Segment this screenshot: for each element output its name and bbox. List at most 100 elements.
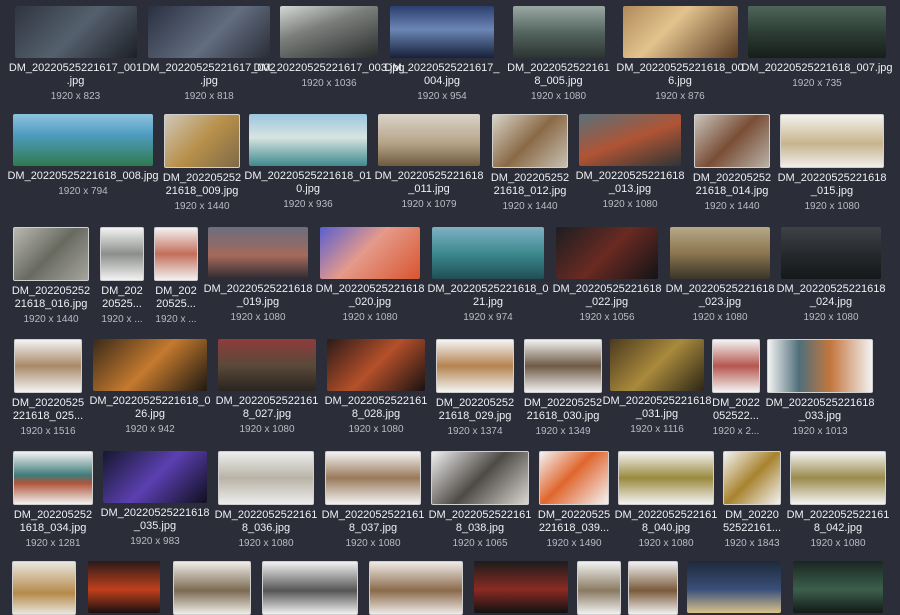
thumbnail-image [369,561,463,615]
file-item-044[interactable] [80,561,168,615]
file-item-024[interactable]: DM_20220525221618 _024.jpg 1920 x 1080 [776,227,886,326]
file-item-012[interactable]: DM_202205252 21618_012.jpg 1920 x 1440 [488,114,572,213]
thumbnail-image [280,6,378,58]
file-item-052[interactable] [786,561,890,615]
file-item-005[interactable]: DM_2022052522161 8_005.jpg 1920 x 1080 [501,6,616,103]
file-item-003[interactable]: DM_20220525221617_003.jpg 1920 x 1036 [253,6,405,103]
file-dimensions: 1920 x 1080 [804,201,860,212]
file-item-025[interactable]: DM_20220525 221618_025... 1920 x 1516 [8,339,88,438]
file-item-009[interactable]: DM_202205252 21618_009.jpg 1920 x 1440 [158,114,246,213]
file-dimensions: 1920 x 1374 [447,426,503,437]
file-item-028[interactable]: DM_2022052522161 8_028.jpg 1920 x 1080 [322,339,430,438]
file-item-004[interactable]: DM_20220525221617_ 004.jpg 1920 x 954 [383,6,501,103]
file-item-046[interactable] [256,561,364,615]
file-name: DM_20220525221618 _035.jpg [100,507,210,532]
thumbnail-image [327,339,425,391]
file-item-033[interactable]: DM_20220525221618 _033.jpg 1920 x 1013 [764,339,876,438]
file-item-036[interactable]: DM_2022052522161 8_036.jpg 1920 x 1080 [212,451,320,550]
file-dimensions: 1920 x 1281 [25,538,81,549]
file-item-045[interactable] [168,561,256,615]
file-name: DM_202 20525... [155,285,197,310]
file-item-047[interactable] [364,561,468,615]
file-dimensions: 1920 x 1013 [792,426,848,437]
file-dimensions: 1920 x 1080 [602,199,658,210]
file-item-051[interactable] [682,561,786,615]
file-name: DM_2022 052522... [712,397,760,422]
file-item-016[interactable]: DM_202205252 21618_016.jpg 1920 x 1440 [8,227,94,326]
file-item-006[interactable]: DM_20220525221618_00 6.jpg 1920 x 876 [616,6,744,103]
file-name: DM_20220525 221618_039... [537,509,611,534]
file-name: DM_2022052522161 8_005.jpg [507,62,610,87]
thumbnail-image [103,451,207,503]
file-name: DM_2022052522161 8_042.jpg [786,509,890,534]
thumbnail-image [13,114,153,166]
file-name: DM_20220525221618_0 26.jpg [89,395,211,420]
file-item-048[interactable] [468,561,574,615]
thumbnail-image [474,561,568,613]
file-name: DM_20220525221618 _013.jpg [575,170,685,195]
file-dimensions: 1920 x 1080 [342,312,398,323]
grid-row-4: DM_20220525 221618_025... 1920 x 1516 DM… [0,339,900,438]
file-item-032[interactable]: DM_2022 052522... 1920 x 2... [708,339,764,438]
file-item-035[interactable]: DM_20220525221618 _035.jpg 1920 x 983 [98,451,212,550]
file-dimensions: 1920 x ... [155,314,197,325]
file-item-007[interactable]: DM_20220525221618_007.jpg 1920 x 735 [741,6,893,103]
grid-row-2: DM_20220525221618_008.jpg 1920 x 794 DM_… [0,114,900,213]
file-item-010[interactable]: DM_20220525221618_01 0.jpg 1920 x 936 [244,114,372,213]
thumbnail-image [436,339,514,393]
file-item-019[interactable]: DM_20220525221618 _019.jpg 1920 x 1080 [202,227,314,326]
thumbnail-image [628,561,678,615]
thumbnail-image [579,114,681,166]
thumbnail-image [218,451,314,505]
file-item-018[interactable]: DM_202 20525... 1920 x ... [150,227,202,326]
file-name: DM_2022052522161 8_036.jpg [214,509,318,534]
file-item-001[interactable]: DM_20220525221617_001 .jpg 1920 x 823 [8,6,143,103]
file-name: DM_20220525221618 _031.jpg [602,395,712,420]
thumbnail-image [610,339,704,391]
thumbnail-image [262,561,358,615]
file-item-038[interactable]: DM_2022052522161 8_038.jpg 1920 x 1065 [426,451,534,550]
file-name: DM_202205252 1618_034.jpg [13,509,93,534]
file-item-029[interactable]: DM_202205252 21618_029.jpg 1920 x 1374 [430,339,520,438]
file-item-011[interactable]: DM_20220525221618 _011.jpg 1920 x 1079 [370,114,488,213]
thumbnail-image [249,114,367,166]
file-item-050[interactable] [624,561,682,615]
thumbnail-image [781,227,881,279]
file-name: DM_20220525221617_ 004.jpg [384,62,500,87]
file-item-043[interactable] [8,561,80,615]
file-item-049[interactable] [574,561,624,615]
file-name: DM_20220525221618_01 0.jpg [244,170,372,195]
file-item-039[interactable]: DM_20220525 221618_039... 1920 x 1490 [534,451,614,550]
file-item-008[interactable]: DM_20220525221618_008.jpg 1920 x 794 [7,114,159,213]
file-item-027[interactable]: DM_2022052522161 8_027.jpg 1920 x 1080 [212,339,322,438]
file-dimensions: 1920 x 1079 [401,199,457,210]
file-item-030[interactable]: DM_202205252 21618_030.jpg 1920 x 1349 [520,339,606,438]
file-name: DM_20220525221618 _033.jpg [765,397,875,422]
file-item-042[interactable]: DM_2022052522161 8_042.jpg 1920 x 1080 [786,451,890,550]
file-dimensions: 1920 x 794 [58,186,108,197]
file-dimensions: 1920 x 735 [792,78,842,89]
file-item-014[interactable]: DM_202205252 21618_014.jpg 1920 x 1440 [688,114,776,213]
file-dimensions: 1920 x 1080 [638,538,694,549]
file-item-040[interactable]: DM_2022052522161 8_040.jpg 1920 x 1080 [614,451,718,550]
file-item-013[interactable]: DM_20220525221618 _013.jpg 1920 x 1080 [572,114,688,213]
file-name: DM_2022052522161 8_027.jpg [215,395,319,420]
file-item-037[interactable]: DM_2022052522161 8_037.jpg 1920 x 1080 [320,451,426,550]
file-name: DM_202205252 21618_009.jpg [162,172,242,197]
file-item-041[interactable]: DM_20220 52522161... 1920 x 1843 [718,451,786,550]
file-item-017[interactable]: DM_202 20525... 1920 x ... [94,227,150,326]
file-item-015[interactable]: DM_20220525221618 _015.jpg 1920 x 1080 [776,114,888,213]
file-item-023[interactable]: DM_20220525221618 _023.jpg 1920 x 1080 [664,227,776,326]
thumbnail-image [173,561,251,615]
thumbnail-image [13,451,93,505]
thumbnail-image [13,227,89,281]
file-item-022[interactable]: DM_20220525221618 _022.jpg 1920 x 1056 [550,227,664,326]
file-item-002[interactable]: DM_20220525221617_002 .jpg 1920 x 818 [142,6,276,103]
file-name: DM_20220525221618_007.jpg [741,62,893,74]
file-item-034[interactable]: DM_202205252 1618_034.jpg 1920 x 1281 [8,451,98,550]
file-item-026[interactable]: DM_20220525221618_0 26.jpg 1920 x 942 [88,339,212,438]
file-item-020[interactable]: DM_20220525221618 _020.jpg 1920 x 1080 [314,227,426,326]
file-item-031[interactable]: DM_20220525221618 _031.jpg 1920 x 1116 [603,339,711,438]
file-item-021[interactable]: DM_20220525221618_0 21.jpg 1920 x 974 [426,227,550,326]
thumbnail-image [723,451,781,505]
